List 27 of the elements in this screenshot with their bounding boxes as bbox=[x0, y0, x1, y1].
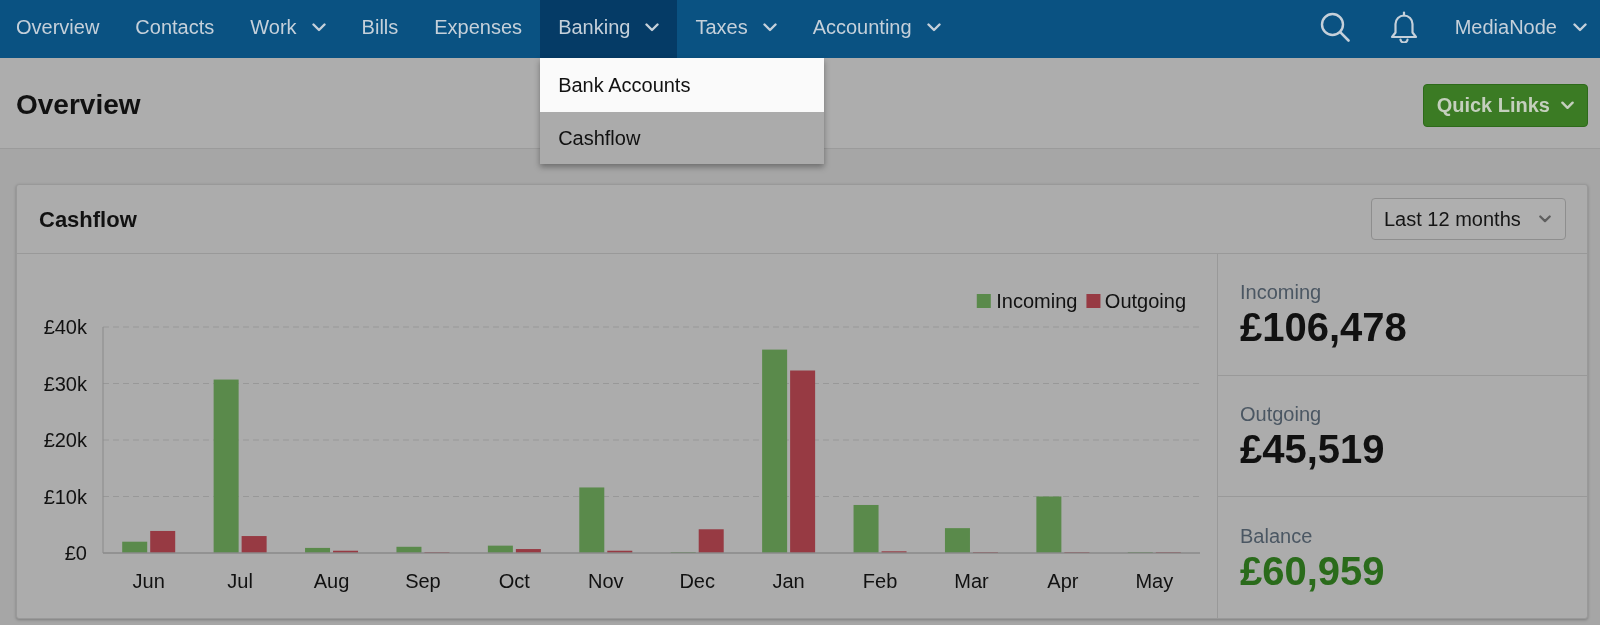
x-axis-label: Aug bbox=[313, 570, 350, 592]
x-axis-label: Mar bbox=[954, 570, 989, 592]
x-axis-label: Jul bbox=[227, 570, 253, 592]
stat-label: Balance bbox=[1240, 523, 1314, 548]
stat-value: £60,959 bbox=[1240, 547, 1386, 594]
x-axis-label: Jun bbox=[132, 570, 165, 592]
x-axis-label: Jan bbox=[772, 570, 805, 592]
x-axis-label: Sep bbox=[405, 570, 441, 592]
card-title: Cashflow bbox=[39, 205, 137, 234]
legend-label: Outgoing bbox=[1104, 290, 1186, 312]
page-title: Overview bbox=[16, 88, 141, 122]
stat-value: £106,478 bbox=[1240, 304, 1408, 351]
y-axis-label: £0 bbox=[64, 542, 87, 564]
x-axis-label: Feb bbox=[862, 570, 898, 592]
stat-value: £45,519 bbox=[1240, 426, 1386, 472]
x-axis-label: Dec bbox=[679, 570, 715, 592]
y-axis-label: £10k bbox=[43, 485, 87, 508]
stat-label: Incoming bbox=[1240, 280, 1323, 305]
x-axis-label: Nov bbox=[588, 570, 624, 592]
x-axis-label: Oct bbox=[498, 570, 530, 592]
y-axis-label: £20k bbox=[43, 429, 87, 451]
y-axis-label: £40k bbox=[43, 316, 87, 338]
stat-label: Outgoing bbox=[1240, 402, 1323, 426]
y-axis-label: £30k bbox=[43, 372, 87, 395]
x-axis-label: May bbox=[1135, 570, 1174, 592]
legend-label: Incoming bbox=[996, 290, 1078, 312]
x-axis-label: Apr bbox=[1047, 570, 1079, 592]
